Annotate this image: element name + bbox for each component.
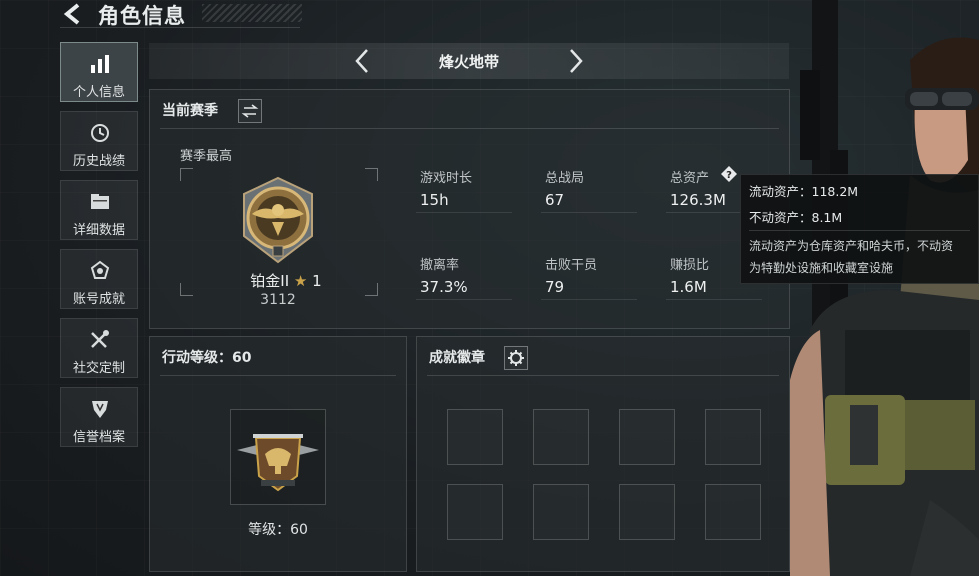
folder-icon	[91, 194, 109, 209]
season-divider	[160, 128, 779, 129]
stat-label: 撤离率	[420, 258, 460, 273]
title-decoration	[202, 4, 302, 22]
frame-corner	[365, 168, 378, 181]
switch-season-button[interactable]	[238, 99, 262, 123]
sidebar-item-reputation[interactable]: 信誉档案	[60, 387, 138, 447]
page-title: 角色信息	[98, 4, 186, 28]
stat-divider	[541, 212, 637, 213]
question-diamond-icon: ?	[721, 166, 737, 182]
level-text: 等级：60	[248, 522, 308, 538]
sidebar-item-history[interactable]: 历史战绩	[60, 111, 138, 171]
back-arrow-icon[interactable]	[60, 2, 86, 26]
badge-slot[interactable]	[619, 484, 675, 540]
stat-divider	[416, 299, 512, 300]
stat-value: 67	[545, 191, 565, 209]
chevron-right-icon[interactable]	[563, 47, 587, 75]
frame-corner	[365, 283, 378, 296]
sidebar-item-personal-info[interactable]: 个人信息	[60, 42, 138, 102]
frame-corner	[180, 283, 193, 296]
tooltip-fixed-assets: 不动资产：8.1M	[749, 210, 843, 225]
bar-chart-icon	[91, 55, 109, 73]
stat-value: 79	[545, 278, 565, 296]
stat-label: 游戏时长	[420, 171, 473, 186]
character-portrait	[790, 0, 979, 576]
tooltip-description-line: 为特勤处设施和收藏室设施	[749, 261, 894, 275]
rank-medal-icon	[243, 176, 313, 264]
svg-text:?: ?	[726, 170, 732, 181]
stat-divider	[416, 212, 512, 213]
title-divider	[60, 27, 300, 28]
tooltip-liquid-assets: 流动资产：118.2M	[749, 184, 859, 199]
sidebar-item-label: 社交定制	[72, 361, 125, 376]
tooltip-divider	[749, 230, 970, 231]
rank-score: 3112	[260, 292, 296, 308]
badge-slot[interactable]	[533, 409, 589, 465]
mode-selector: 烽火地带	[149, 43, 789, 79]
stat-label: 总战局	[545, 171, 585, 186]
rank-line: 铂金II ★ 1	[238, 270, 334, 291]
sidebar-item-label: 历史战绩	[72, 154, 125, 169]
badge-slot[interactable]	[705, 484, 761, 540]
action-level-title: 行动等级：60	[162, 350, 252, 366]
sidebar-item-details[interactable]: 详细数据	[60, 180, 138, 240]
badge-slot[interactable]	[533, 484, 589, 540]
season-panel: 当前赛季 赛季最高 铂金II ★ 1 3112 游戏时长 15h 总战局 67 …	[149, 89, 790, 329]
stat-value: 37.3%	[420, 278, 468, 296]
action-divider	[160, 375, 396, 376]
season-best-label: 赛季最高	[180, 149, 233, 164]
badges-panel: 成就徽章	[416, 336, 790, 572]
mode-title: 烽火地带	[438, 53, 499, 71]
stat-label: 赚损比	[670, 258, 710, 273]
tooltip-description-line: 流动资产为仓库资产和哈夫币，不动资	[749, 239, 954, 253]
season-title: 当前赛季	[162, 103, 218, 119]
achievement-icon	[90, 260, 110, 279]
sidebar-item-label: 账号成就	[72, 292, 125, 307]
sidebar-item-label: 详细数据	[72, 223, 125, 238]
level-emblem-frame	[230, 409, 326, 505]
rank-name: 铂金II	[250, 272, 290, 290]
shield-icon	[92, 401, 108, 418]
sidebar-item-achievements[interactable]: 账号成就	[60, 249, 138, 309]
stat-value: 15h	[420, 191, 449, 209]
badge-slot[interactable]	[447, 409, 503, 465]
gear-icon	[508, 350, 524, 366]
sidebar-item-social[interactable]: 社交定制	[60, 318, 138, 378]
badges-title: 成就徽章	[429, 350, 485, 366]
stat-value: 126.3M	[670, 191, 726, 209]
stat-value: 1.6M	[670, 278, 707, 296]
rank-stars: 1	[312, 272, 322, 290]
asset-tooltip: 流动资产：118.2M 不动资产：8.1M 流动资产为仓库资产和哈夫币，不动资 …	[740, 174, 979, 284]
stat-label: 总资产	[670, 171, 710, 186]
swap-icon	[241, 104, 259, 118]
badge-slot[interactable]	[447, 484, 503, 540]
top-bar: 角色信息	[0, 0, 979, 30]
sidebar-item-label: 信誉档案	[72, 430, 125, 445]
tools-icon	[91, 330, 109, 348]
badge-settings-button[interactable]	[504, 346, 528, 370]
badge-slot[interactable]	[619, 409, 675, 465]
stat-label: 击败干员	[545, 258, 598, 273]
sidebar-item-label: 个人信息	[72, 85, 125, 100]
star-icon: ★	[293, 272, 308, 290]
badge-slot[interactable]	[705, 409, 761, 465]
badges-divider	[427, 375, 779, 376]
stat-divider	[541, 299, 637, 300]
frame-corner	[180, 168, 193, 181]
history-icon	[91, 124, 109, 142]
helicopter-emblem-icon	[237, 434, 319, 492]
action-level-panel: 行动等级：60 等级：60	[149, 336, 407, 572]
help-button[interactable]: ?	[720, 165, 738, 183]
stat-divider	[666, 299, 762, 300]
